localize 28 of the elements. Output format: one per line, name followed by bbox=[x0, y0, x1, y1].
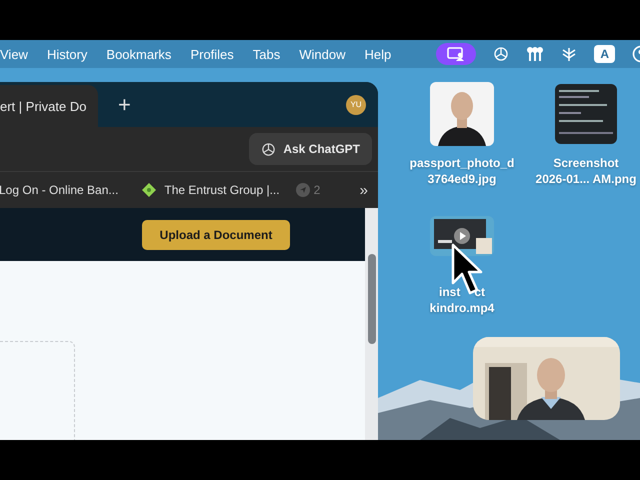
file-name[interactable]: kindro.mp4 bbox=[430, 300, 494, 316]
profile-avatar[interactable]: YU bbox=[346, 94, 366, 114]
file-name[interactable]: 3764ed9.jpg bbox=[428, 171, 496, 187]
file-name[interactable]: inst bbox=[438, 284, 460, 300]
file-name[interactable]: Screenshot bbox=[553, 155, 619, 171]
menu-item[interactable]: History bbox=[46, 46, 88, 62]
menu-item[interactable]: Tabs bbox=[252, 46, 280, 62]
menu-item[interactable]: View bbox=[0, 46, 28, 62]
ask-chatgpt-button[interactable]: Ask ChatGPT bbox=[249, 133, 372, 165]
bookmark[interactable]: Log On - Online Ban... bbox=[0, 183, 118, 197]
scrollbar-thumb[interactable] bbox=[368, 254, 376, 344]
menu-item[interactable]: Profiles bbox=[190, 46, 234, 62]
screen-share-icon[interactable] bbox=[436, 43, 476, 65]
new-tab-button[interactable]: + bbox=[118, 92, 131, 118]
diamond-icon bbox=[142, 183, 156, 197]
bookmark[interactable]: The Entrust Group |... bbox=[142, 183, 280, 197]
overflow-button[interactable]: » bbox=[360, 182, 368, 198]
file-name[interactable]: passport_photo_d bbox=[410, 155, 514, 171]
browser-tab[interactable]: ert | Private Do bbox=[0, 85, 98, 127]
menu-item[interactable]: Bookmarks bbox=[106, 46, 172, 62]
bookmark-count: 2 bbox=[314, 183, 320, 197]
keys-icon[interactable] bbox=[526, 46, 544, 62]
file-name[interactable]: 2026-01... AM.png bbox=[536, 171, 636, 187]
input-source-badge[interactable]: A bbox=[594, 45, 615, 63]
menu-item[interactable]: Window bbox=[299, 46, 346, 62]
menu-item[interactable]: Help bbox=[364, 46, 392, 62]
plant-icon[interactable] bbox=[561, 46, 578, 62]
upload-button[interactable]: Upload a Document bbox=[142, 220, 290, 250]
